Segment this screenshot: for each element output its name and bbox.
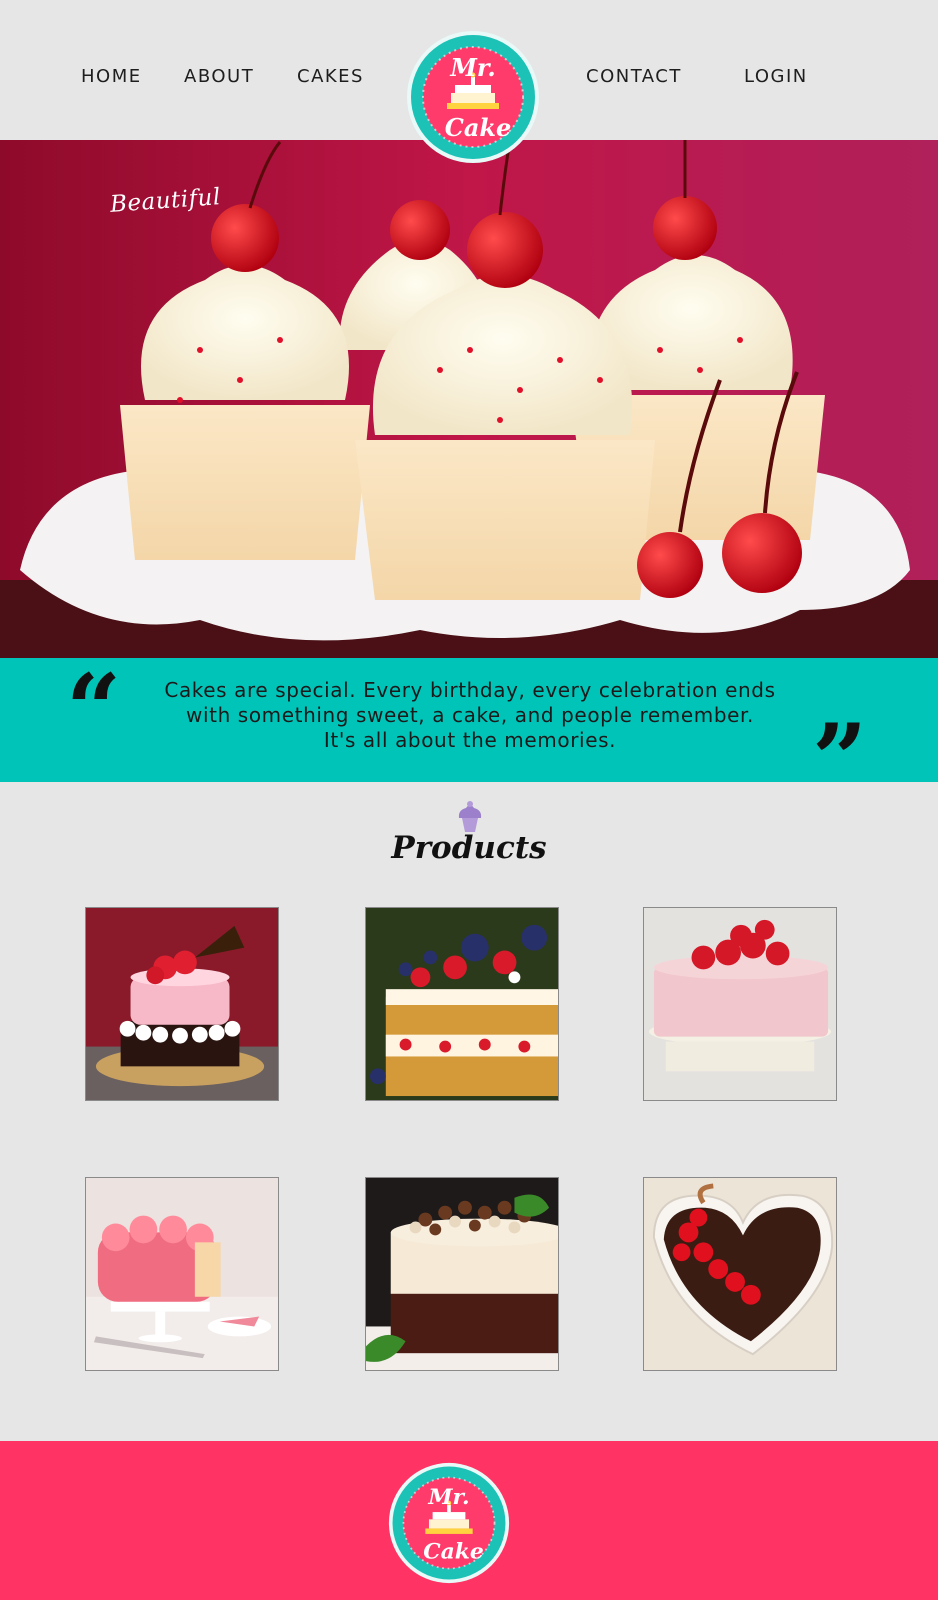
nav-cakes-link[interactable]: CAKES — [297, 66, 364, 87]
chocolate-mousse-cake-photo — [366, 1178, 558, 1370]
quote-text: Cakes are special. Every birthday, every… — [120, 678, 820, 753]
cupcake-icon — [456, 800, 484, 834]
product-card[interactable] — [85, 1177, 279, 1371]
logo-badge-icon: Mr. Cake — [388, 1462, 510, 1584]
product-card[interactable] — [643, 1177, 837, 1371]
header-logo[interactable]: Mr. Cake — [406, 30, 540, 164]
product-card[interactable] — [365, 1177, 559, 1371]
strawberry-cream-cake-photo — [644, 908, 836, 1100]
quote-line-2: with something sweet, a cake, and people… — [186, 703, 754, 727]
quote-line-1: Cakes are special. Every birthday, every… — [164, 678, 776, 702]
quote-line-3: It's all about the memories. — [323, 728, 617, 752]
product-card[interactable] — [85, 907, 279, 1101]
nav-contact-link[interactable]: CONTACT — [586, 66, 682, 87]
hero-banner: Beautiful — [0, 140, 938, 658]
quote-banner: “ Cakes are special. Every birthday, eve… — [0, 653, 938, 808]
nav-about-link[interactable]: ABOUT — [184, 66, 254, 87]
open-quote-icon: “ — [66, 653, 122, 766]
logo-line2: Cake — [423, 1539, 484, 1565]
logo-line1: Mr. — [449, 53, 495, 82]
pink-rose-cake-photo — [86, 1178, 278, 1370]
berry-sponge-cake-photo — [366, 908, 558, 1100]
product-card[interactable] — [643, 907, 837, 1101]
strawberry-layer-cake-photo — [86, 908, 278, 1100]
logo-badge-icon: Mr. Cake — [407, 31, 539, 163]
logo-line2: Cake — [445, 113, 512, 142]
nav-home-link[interactable]: HOME — [81, 66, 142, 87]
footer-logo[interactable]: Mr. Cake — [388, 1462, 510, 1584]
heart-chocolate-cake-photo — [644, 1178, 836, 1370]
products-heading: Products — [391, 830, 547, 866]
close-quote-icon: ” — [812, 703, 868, 816]
cupcakes-hero-photo — [0, 140, 938, 658]
nav-login-link[interactable]: LOGIN — [744, 66, 808, 87]
logo-line1: Mr. — [427, 1484, 469, 1510]
product-card[interactable] — [365, 907, 559, 1101]
